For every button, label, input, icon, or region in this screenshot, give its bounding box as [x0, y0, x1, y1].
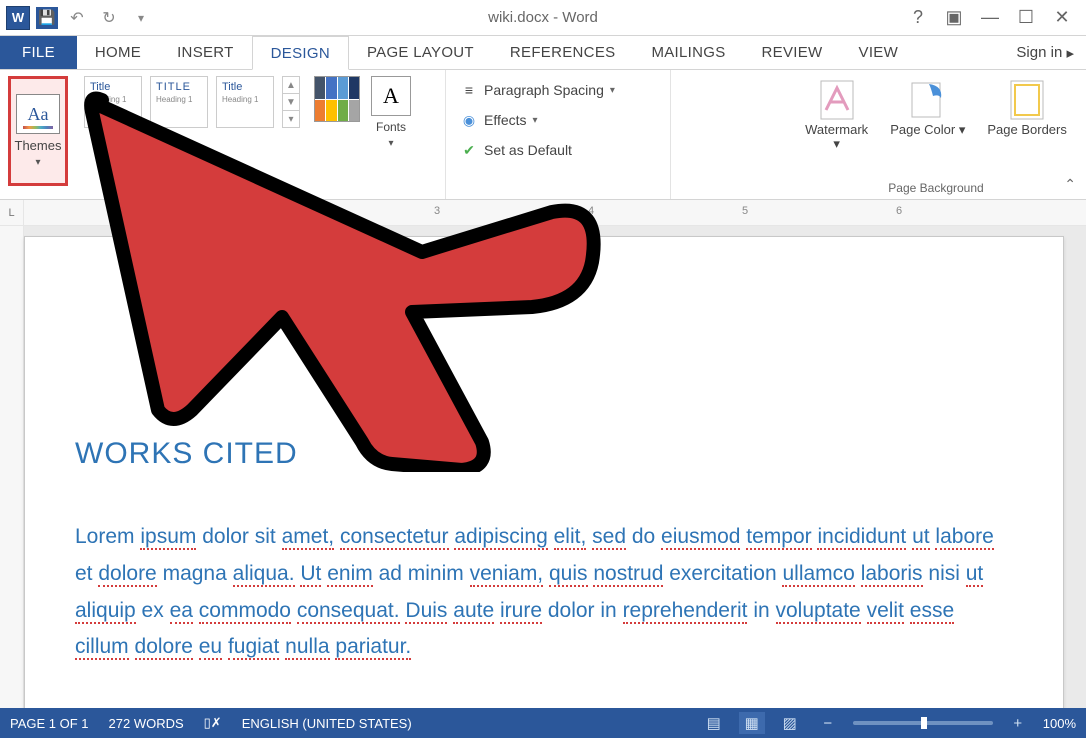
ribbon: Aa Themes ▾ Title Heading 1 TITLE Headin… — [0, 70, 1086, 200]
watermark-button[interactable]: Watermark▾ — [801, 76, 872, 156]
collapse-ribbon-button[interactable]: ⌃ — [1064, 176, 1076, 193]
tab-home[interactable]: HOME — [77, 36, 159, 69]
tab-review[interactable]: REVIEW — [744, 36, 841, 69]
page-color-button[interactable]: Page Color ▾ — [886, 76, 969, 141]
fonts-icon: A — [371, 76, 411, 116]
ribbon-display-options-button[interactable]: ▣ — [940, 4, 968, 32]
tab-view[interactable]: VIEW — [841, 36, 917, 69]
themes-button[interactable]: Aa Themes ▾ — [8, 76, 68, 186]
tab-references[interactable]: REFERENCES — [492, 36, 634, 69]
tab-mailings[interactable]: MAILINGS — [633, 36, 743, 69]
dropdown-caret-icon: ▾ — [533, 115, 538, 126]
maximize-button[interactable]: ☐ — [1012, 4, 1040, 32]
style-set-thumb[interactable]: Title Heading 1 — [84, 76, 142, 128]
tab-file[interactable]: FILE — [0, 36, 77, 69]
word-count[interactable]: 272 WORDS — [109, 716, 184, 731]
style-set-thumb[interactable]: TITLE Heading 1 — [150, 76, 208, 128]
status-bar: PAGE 1 OF 1 272 WORDS ▯✗ ENGLISH (UNITED… — [0, 708, 1086, 738]
effects-icon: ◉ — [460, 111, 478, 129]
redo-button[interactable]: ↻ — [96, 5, 122, 31]
zoom-level[interactable]: 100% — [1043, 716, 1076, 731]
themes-dropdown-caret: ▾ — [35, 157, 40, 168]
paragraph-spacing-button[interactable]: ≡ Paragraph Spacing ▾ — [454, 78, 662, 102]
dropdown-caret-icon: ▾ — [610, 85, 615, 96]
themes-label: Themes — [15, 138, 62, 153]
themes-icon: Aa — [16, 94, 60, 134]
document-body-text[interactable]: Lorem ipsum dolor sit amet, consectetur … — [75, 519, 1013, 666]
sign-in-link[interactable]: Sign in ▸ — [1004, 36, 1086, 69]
gallery-down-icon[interactable]: ▼ — [283, 94, 299, 111]
gallery-more-icon[interactable]: ▾ — [283, 111, 299, 127]
set-as-default-button[interactable]: ✔ Set as Default — [454, 138, 662, 162]
window-title: wiki.docx - Word — [488, 9, 598, 26]
gallery-up-icon[interactable]: ▲ — [283, 77, 299, 94]
language-indicator[interactable]: ENGLISH (UNITED STATES) — [242, 716, 412, 731]
word-app-icon: W — [6, 6, 30, 30]
quick-access-toolbar: W 💾 ↶ ↻ ▾ — [0, 5, 154, 31]
spellcheck-indicator[interactable]: ▯✗ — [204, 715, 222, 731]
effects-button[interactable]: ◉ Effects ▾ — [454, 108, 662, 132]
tab-insert[interactable]: INSERT — [159, 36, 252, 69]
page-color-icon — [908, 80, 948, 120]
page-borders-icon — [1007, 80, 1047, 120]
document-page[interactable]: WORKS CITED Lorem ipsum dolor sit amet, … — [24, 236, 1064, 708]
help-button[interactable]: ? — [904, 4, 932, 32]
save-button[interactable]: 💾 — [36, 7, 58, 29]
document-heading[interactable]: WORKS CITED — [75, 437, 1013, 471]
zoom-out-button[interactable]: − — [815, 712, 841, 734]
zoom-slider[interactable] — [853, 721, 993, 725]
document-workspace: WORKS CITED Lorem ipsum dolor sit amet, … — [0, 226, 1086, 708]
proof-icon: ▯✗ — [204, 715, 222, 731]
zoom-in-button[interactable]: + — [1005, 712, 1031, 734]
print-layout-button[interactable]: ▦ — [739, 712, 765, 734]
page-borders-button[interactable]: Page Borders — [983, 76, 1071, 141]
vertical-ruler[interactable] — [0, 226, 24, 708]
undo-button[interactable]: ↶ — [64, 5, 90, 31]
paragraph-spacing-icon: ≡ — [460, 81, 478, 99]
tab-selector[interactable]: L — [0, 200, 24, 225]
watermark-icon — [817, 80, 857, 120]
style-gallery-spinner[interactable]: ▲ ▼ ▾ — [282, 76, 300, 128]
checkmark-icon: ✔ — [460, 141, 478, 159]
page-background-group-label: Page Background — [794, 179, 1078, 195]
horizontal-ruler[interactable]: L 3 4 5 6 — [0, 200, 1086, 226]
web-layout-button[interactable]: ▨ — [777, 712, 803, 734]
page-indicator[interactable]: PAGE 1 OF 1 — [10, 716, 89, 731]
colors-button[interactable] — [314, 76, 360, 122]
title-bar: W 💾 ↶ ↻ ▾ wiki.docx - Word ? ▣ — ☐ ✕ — [0, 0, 1086, 36]
close-button[interactable]: ✕ — [1048, 4, 1076, 32]
qat-customize-button[interactable]: ▾ — [128, 5, 154, 31]
fonts-button[interactable]: A Fonts ▾ — [368, 76, 414, 149]
style-set-thumb[interactable]: Title Heading 1 — [216, 76, 274, 128]
minimize-button[interactable]: — — [976, 4, 1004, 32]
read-mode-button[interactable]: ▤ — [701, 712, 727, 734]
tab-page-layout[interactable]: PAGE LAYOUT — [349, 36, 492, 69]
tab-design[interactable]: DESIGN — [252, 36, 349, 70]
ribbon-tabs: FILE HOME INSERT DESIGN PAGE LAYOUT REFE… — [0, 36, 1086, 70]
